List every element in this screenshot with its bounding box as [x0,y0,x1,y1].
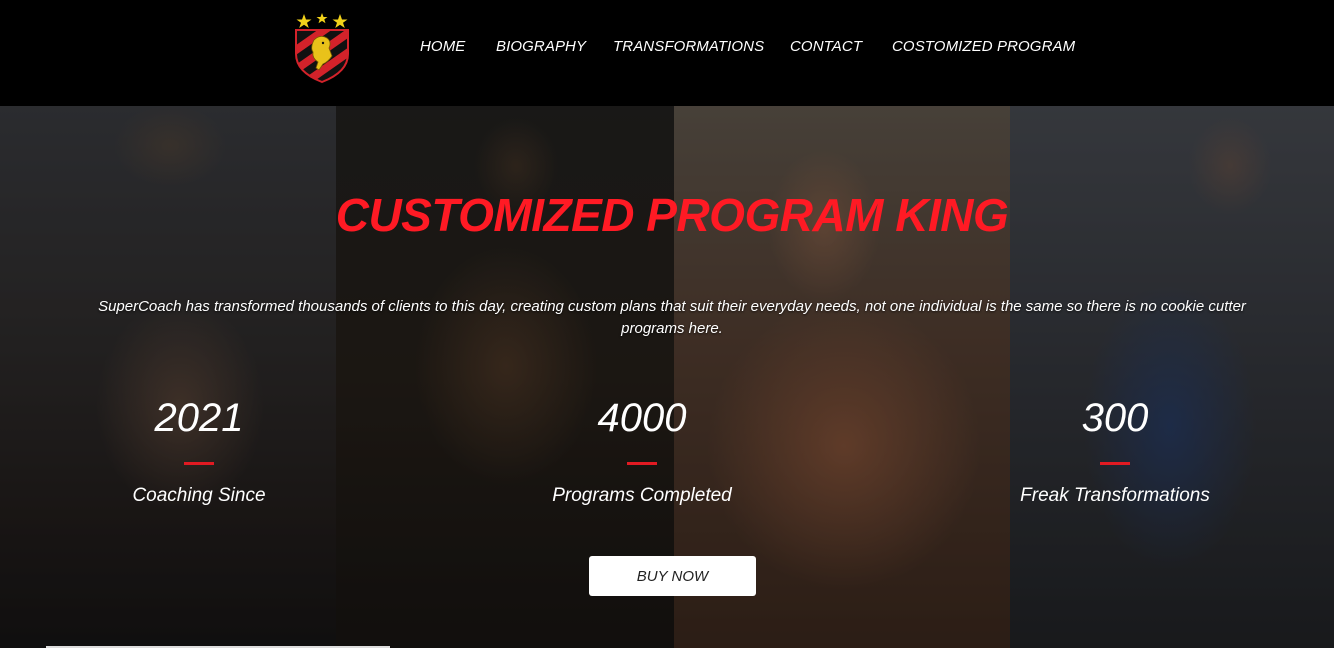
lion-crest-logo-icon[interactable] [292,10,352,84]
hero-description: SuperCoach has transformed thousands of … [98,298,1246,337]
stat-label: Programs Completed [552,485,732,506]
nav-customized-program[interactable]: COSTOMIZED PROGRAM [892,38,1075,55]
stat-label: Freak Transformations [1020,485,1210,506]
stat-programs-completed: 4000 Programs Completed [527,392,757,507]
stat-divider [1100,462,1130,465]
site-header: HOME BIOGRAPHY TRANSFORMATIONS CONTACT C… [0,0,1334,106]
stat-value: 4000 [597,396,687,440]
nav-biography[interactable]: BIOGRAPHY [496,38,586,55]
hero-title: CUSTOMIZED PROGRAM KING [335,189,1009,241]
stat-divider [184,462,214,465]
nav-transformations[interactable]: TRANSFORMATIONS [613,38,764,55]
stat-coaching-since: 2021 Coaching Since [99,392,299,507]
stat-freak-transformations: 300 Freak Transformations [995,392,1235,507]
nav-home[interactable]: HOME [420,38,465,55]
stat-value: 300 [1081,396,1149,440]
hero-section: CUSTOMIZED PROGRAM KING SuperCoach has t… [0,106,1334,648]
nav-contact[interactable]: CONTACT [790,38,862,55]
stat-label: Coaching Since [132,485,266,506]
stat-divider [627,462,657,465]
stat-value: 2021 [154,396,244,440]
buy-now-button[interactable]: BUY NOW [589,556,756,596]
